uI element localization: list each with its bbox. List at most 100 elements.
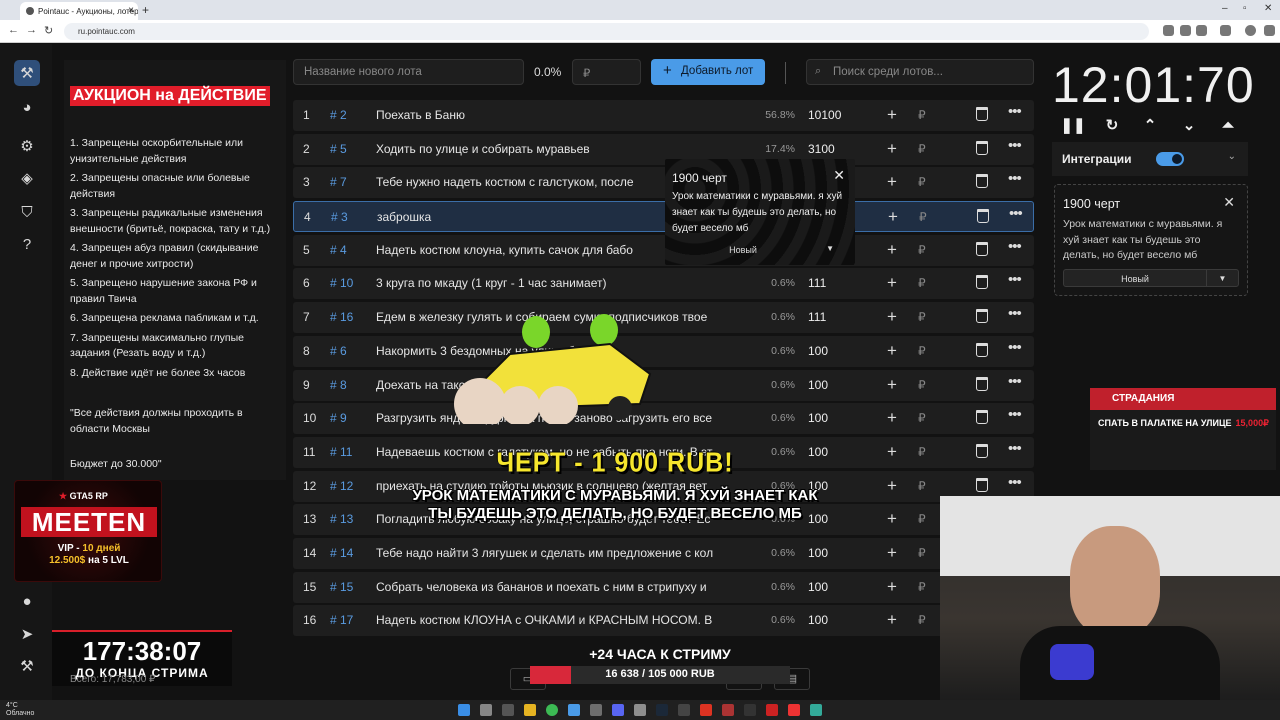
lot-row[interactable]: 10# 9Разгрузить яндекс фургон, а потом з… [293, 403, 1034, 435]
more-dots-icon[interactable]: ••• [1008, 137, 1022, 154]
add-amount-icon[interactable]: + [887, 610, 897, 630]
app-icon[interactable] [810, 704, 822, 716]
chrome-icon[interactable] [546, 704, 558, 716]
lot-row[interactable]: 15 # 15 Собрать человека из бананов и поех… [293, 571, 1034, 603]
add-amount-icon[interactable]: + [887, 307, 897, 327]
explorer-icon[interactable] [524, 704, 536, 716]
lot-row[interactable]: 2 # 5 Ходить по улице и собирать муравьев 1… [293, 133, 1034, 165]
new-tab-icon[interactable]: + [142, 3, 149, 17]
donation-status-select[interactable]: Новый ▼ [1063, 269, 1239, 287]
browser-tab[interactable]: Pointauc - Аукционы, лотере × [20, 2, 138, 20]
task-view-icon[interactable] [502, 704, 514, 716]
lot-amount[interactable]: 100 [808, 546, 828, 560]
add-amount-icon[interactable]: + [887, 273, 897, 293]
lot-row[interactable]: 4 # 3 заброшка + ₽ ••• [293, 201, 1034, 233]
hammer-bottom-icon[interactable]: ⚒ [14, 653, 40, 679]
url-field[interactable]: ru.pointauc.com [64, 23, 1149, 40]
dropdown-arrow-icon[interactable]: ▼ [1206, 270, 1238, 286]
steam-icon[interactable] [656, 704, 668, 716]
more-dots-icon[interactable]: ••• [1008, 406, 1022, 423]
more-dots-icon[interactable]: ••• [1008, 238, 1022, 255]
more-dots-icon[interactable]: ••• [1008, 305, 1022, 322]
lot-amount[interactable]: 111 [808, 276, 826, 290]
close-window-icon[interactable]: ✕ [1264, 3, 1272, 14]
search-taskbar-icon[interactable] [480, 704, 492, 716]
lot-row[interactable]: 6 # 10 3 круга по мкаду (1 круг - 1 час за… [293, 268, 1034, 300]
extensions-icon[interactable] [1220, 25, 1231, 36]
lot-amount[interactable]: 100 [808, 613, 828, 627]
lot-name[interactable]: Поехать в Баню [376, 108, 748, 122]
chevron-down-icon[interactable]: ⌄ [1178, 114, 1200, 136]
translate-icon[interactable] [1163, 25, 1174, 36]
minimize-icon[interactable]: – [1222, 3, 1228, 14]
profile-avatar-icon[interactable] [1245, 25, 1256, 36]
app-icon[interactable] [590, 704, 602, 716]
lot-row[interactable]: 5 # 4 Надеть костюм клоуна, купить сачок д… [293, 234, 1034, 266]
lot-amount[interactable]: 100 [808, 344, 828, 358]
more-dots-icon[interactable]: ••• [1008, 103, 1022, 120]
auction-hammer-icon[interactable]: ⚒ [14, 60, 40, 86]
reset-icon[interactable]: ↻ [1101, 114, 1123, 136]
app-icon[interactable] [700, 704, 712, 716]
telegram-icon[interactable]: ➤ [14, 621, 40, 647]
chevron-down-icon[interactable]: ⌄ [1228, 151, 1236, 162]
more-dots-icon[interactable]: ••• [1008, 170, 1022, 187]
trash-icon[interactable] [976, 342, 988, 357]
bookmark-star-icon[interactable] [1196, 25, 1207, 36]
app-icon[interactable] [744, 704, 756, 716]
lot-amount[interactable]: 100 [808, 378, 828, 392]
lot-row[interactable]: 3 # 7 Тебе нужно надеть костюм с галстуком… [293, 167, 1034, 199]
lot-row[interactable]: 8 # 6 Накормить 3 бездомных на улице бурге… [293, 335, 1034, 367]
add-amount-icon[interactable]: + [887, 442, 897, 462]
pause-icon[interactable]: ❚❚ [1060, 114, 1085, 136]
more-dots-icon[interactable]: ••• [1008, 474, 1022, 491]
lot-name[interactable]: Тебе надо найти 3 лягушек и сделать им п… [376, 546, 748, 560]
new-lot-input[interactable]: Название нового лота [293, 59, 524, 85]
lot-amount[interactable]: 100 [808, 411, 828, 425]
app-icon[interactable] [722, 704, 734, 716]
zoom-icon[interactable] [1180, 25, 1191, 36]
close-icon[interactable]: ✕ [1223, 194, 1235, 211]
lot-row[interactable]: 14 # 14 Тебе надо найти 3 лягушек и сделат… [293, 537, 1034, 569]
add-amount-icon[interactable]: + [887, 543, 897, 563]
add-amount-icon[interactable]: + [887, 408, 897, 428]
close-tab-icon[interactable]: × [128, 5, 134, 16]
trash-icon[interactable] [976, 309, 988, 324]
gear-icon[interactable]: ⚙ [14, 133, 40, 159]
add-amount-icon[interactable]: + [887, 476, 897, 496]
lot-amount[interactable]: 111 [808, 310, 826, 324]
lot-name[interactable]: 3 круга по мкаду (1 круг - 1 час занимае… [376, 276, 748, 290]
add-amount-icon[interactable]: + [887, 577, 897, 597]
lot-amount[interactable]: 3100 [808, 142, 835, 156]
trash-icon[interactable] [976, 410, 988, 425]
lot-row[interactable]: 7 # 16 Едем в железку гулять и собираем су… [293, 302, 1034, 334]
add-amount-icon[interactable]: + [887, 172, 897, 192]
lot-name[interactable]: Собрать человека из бананов и поехать с … [376, 580, 748, 594]
dropdown-arrow-icon[interactable]: ▼ [826, 244, 834, 253]
restore-icon[interactable]: ▫ [1243, 3, 1247, 14]
help-icon[interactable]: ? [14, 231, 40, 257]
add-amount-icon[interactable]: + [887, 105, 897, 125]
lot-row[interactable]: 16 # 17 Надеть костюм КЛОУНА с ОЧКАМИ и КР… [293, 605, 1034, 637]
start-icon[interactable] [458, 704, 470, 716]
lot-amount[interactable]: 100 [808, 580, 828, 594]
popup-status-select[interactable]: Новый ▼ [672, 243, 848, 259]
double-up-icon[interactable]: ⏶ [1217, 114, 1239, 136]
wheel-icon[interactable]: ◕ [14, 94, 40, 120]
menu-dots-icon[interactable] [1264, 25, 1275, 36]
search-lots-input[interactable]: Поиск среди лотов... [806, 59, 1034, 85]
app-icon[interactable] [788, 704, 800, 716]
add-amount-icon[interactable]: + [888, 207, 898, 227]
close-icon[interactable]: ✕ [833, 167, 845, 184]
trash-icon[interactable] [976, 241, 988, 256]
reload-icon[interactable]: ↻ [44, 24, 53, 37]
trash-icon[interactable] [976, 376, 988, 391]
amount-input[interactable]: ₽ [572, 59, 641, 85]
more-dots-icon[interactable]: ••• [1008, 271, 1022, 288]
more-dots-icon[interactable]: ••• [1008, 373, 1022, 390]
more-dots-icon[interactable]: ••• [1008, 339, 1022, 356]
trash-icon[interactable] [977, 209, 989, 224]
trash-icon[interactable] [976, 443, 988, 458]
add-amount-icon[interactable]: + [887, 341, 897, 361]
app-icon[interactable] [634, 704, 646, 716]
